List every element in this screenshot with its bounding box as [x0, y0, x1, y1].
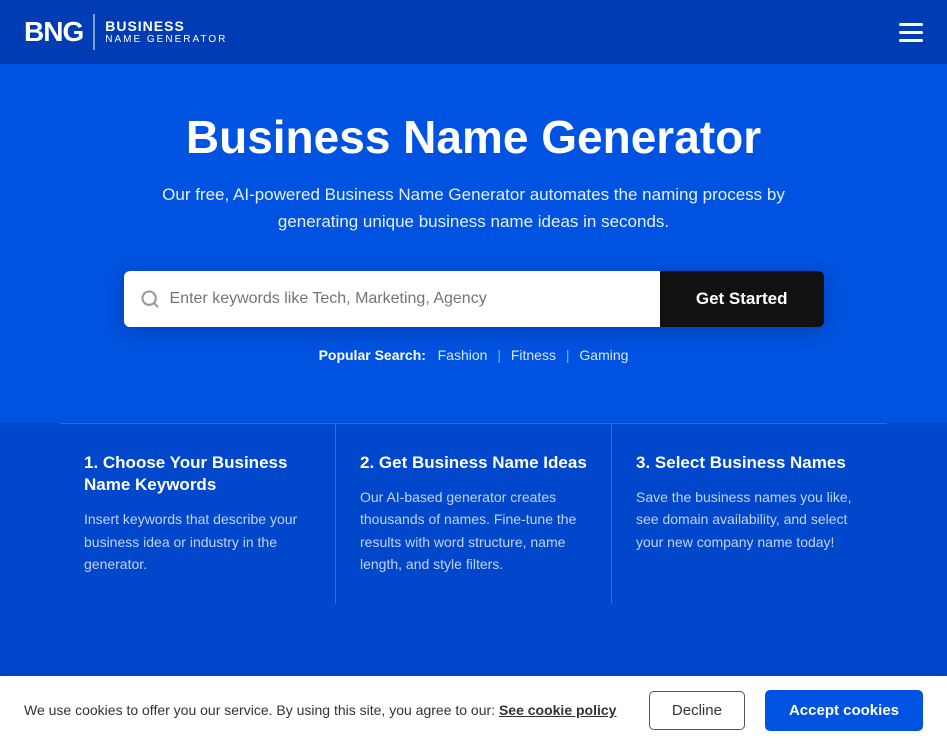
- search-input-wrapper: [124, 271, 660, 327]
- popular-search-gaming[interactable]: Gaming: [579, 347, 628, 363]
- cookie-text: We use cookies to offer you our service.…: [24, 700, 629, 721]
- feature-col-1: 1. Choose Your Business Name Keywords In…: [60, 423, 336, 604]
- popular-search-fitness[interactable]: Fitness: [511, 347, 556, 363]
- feature-col-2: 2. Get Business Name Ideas Our AI-based …: [336, 423, 612, 604]
- feature-title-1: 1. Choose Your Business Name Keywords: [84, 452, 311, 496]
- features-section: 1. Choose Your Business Name Keywords In…: [0, 423, 947, 604]
- popular-divider-2: |: [566, 347, 570, 363]
- feature-desc-3: Save the business names you like, see do…: [636, 486, 863, 553]
- cookie-policy-link[interactable]: See cookie policy: [499, 702, 617, 718]
- popular-search: Popular Search: Fashion | Fitness | Gami…: [60, 347, 887, 363]
- popular-divider-1: |: [497, 347, 501, 363]
- page-title: Business Name Generator: [60, 112, 887, 163]
- logo: BNG BUSINESS NAME GENERATOR: [24, 14, 227, 50]
- feature-col-3: 3. Select Business Names Save the busine…: [612, 423, 887, 604]
- feature-desc-2: Our AI-based generator creates thousands…: [360, 486, 587, 576]
- get-started-button[interactable]: Get Started: [660, 271, 824, 327]
- search-icon: [140, 289, 160, 309]
- logo-bng: BNG: [24, 16, 83, 48]
- accept-cookies-button[interactable]: Accept cookies: [765, 690, 923, 731]
- decline-button[interactable]: Decline: [649, 691, 745, 730]
- hero-subtitle: Our free, AI-powered Business Name Gener…: [134, 181, 814, 235]
- feature-title-2: 2. Get Business Name Ideas: [360, 452, 587, 474]
- header: BNG BUSINESS NAME GENERATOR: [0, 0, 947, 64]
- hamburger-line-1: [899, 23, 923, 26]
- feature-title-3: 3. Select Business Names: [636, 452, 863, 474]
- hamburger-menu[interactable]: [899, 23, 923, 42]
- hamburger-line-2: [899, 31, 923, 34]
- logo-text-top: BUSINESS: [105, 19, 227, 34]
- popular-search-label: Popular Search:: [319, 347, 426, 363]
- logo-divider: [93, 14, 95, 50]
- hamburger-line-3: [899, 39, 923, 42]
- hero-section: Business Name Generator Our free, AI-pow…: [0, 64, 947, 423]
- popular-search-fashion[interactable]: Fashion: [438, 347, 488, 363]
- cookie-banner: We use cookies to offer you our service.…: [0, 676, 947, 745]
- logo-text-bottom: NAME GENERATOR: [105, 34, 227, 45]
- search-bar: Get Started: [124, 271, 824, 327]
- logo-text: BUSINESS NAME GENERATOR: [105, 19, 227, 45]
- search-input[interactable]: [170, 272, 644, 326]
- feature-desc-1: Insert keywords that describe your busin…: [84, 508, 311, 575]
